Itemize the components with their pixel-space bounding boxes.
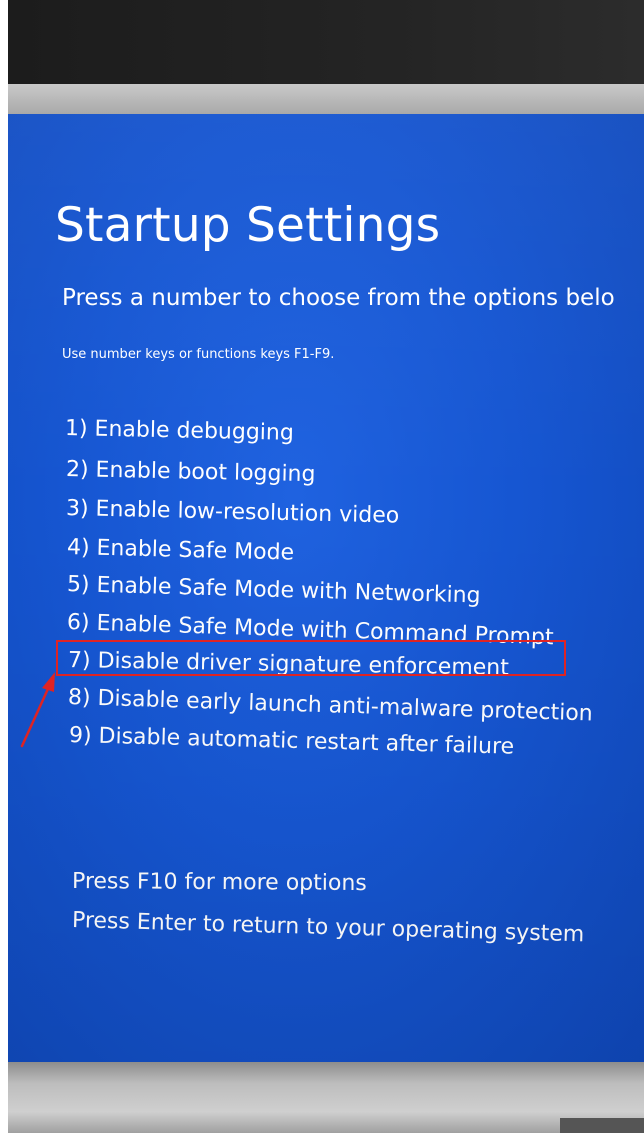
option-safe-mode-networking[interactable]: 5) Enable Safe Mode with Networking (67, 572, 481, 609)
monitor-bezel-bottom (8, 1062, 644, 1133)
red-highlight-box (56, 640, 566, 676)
f10-more-options-text: Press F10 for more options (71, 869, 367, 897)
background-wall (8, 0, 644, 84)
photo: Startup Settings Press a number to choos… (0, 0, 644, 1133)
startup-settings-screen: Startup Settings Press a number to choos… (8, 114, 644, 1069)
option-enable-low-resolution-video[interactable]: 3) Enable low-resolution video (66, 496, 400, 529)
option-enable-safe-mode[interactable]: 4) Enable Safe Mode (67, 535, 295, 566)
monitor-top-edge (8, 84, 644, 114)
option-disable-automatic-restart[interactable]: 9) Disable automatic restart after failu… (69, 723, 515, 760)
option-enable-boot-logging[interactable]: 2) Enable boot logging (66, 457, 316, 487)
option-enable-debugging[interactable]: 1) Enable debugging (65, 416, 294, 446)
monitor-foot (560, 1118, 644, 1133)
option-disable-early-launch-anti-malware[interactable]: 8) Disable early launch anti-malware pro… (68, 685, 593, 726)
